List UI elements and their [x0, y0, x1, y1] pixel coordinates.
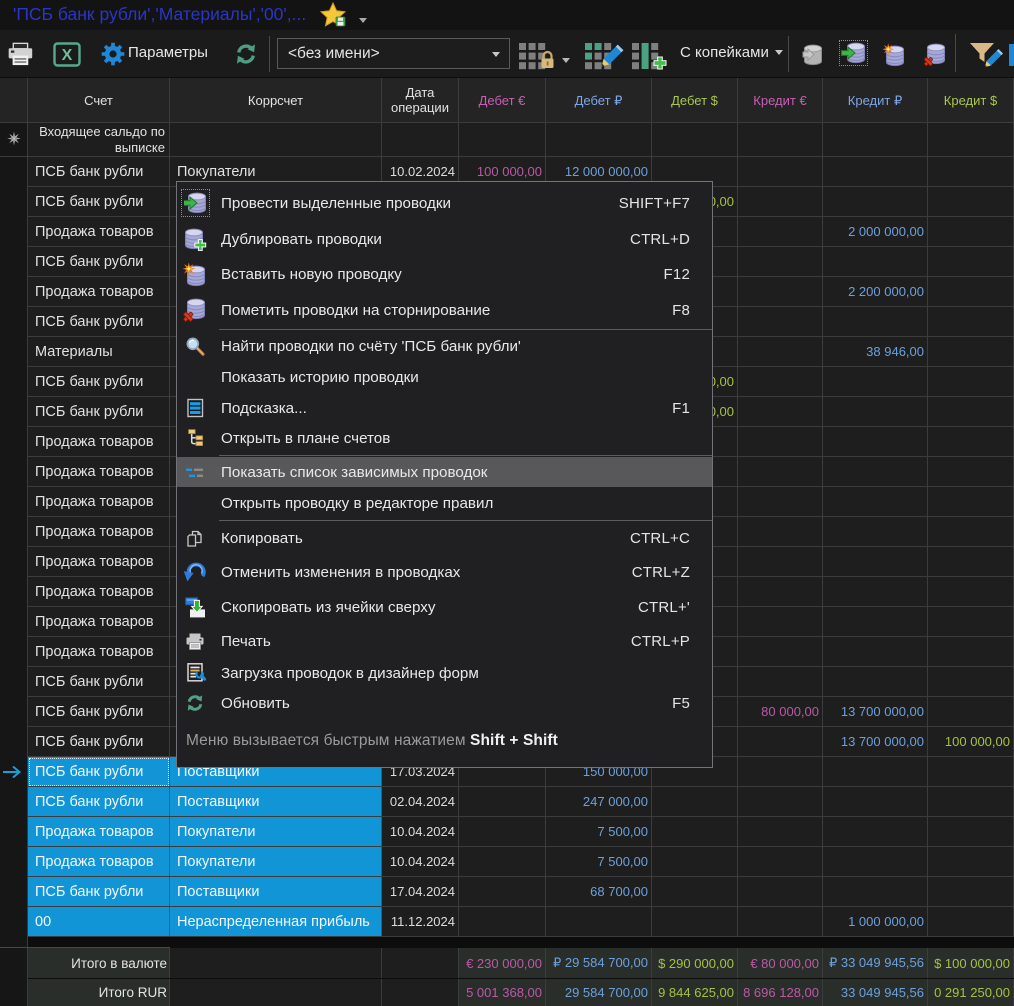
svg-text:X: X: [62, 47, 73, 64]
